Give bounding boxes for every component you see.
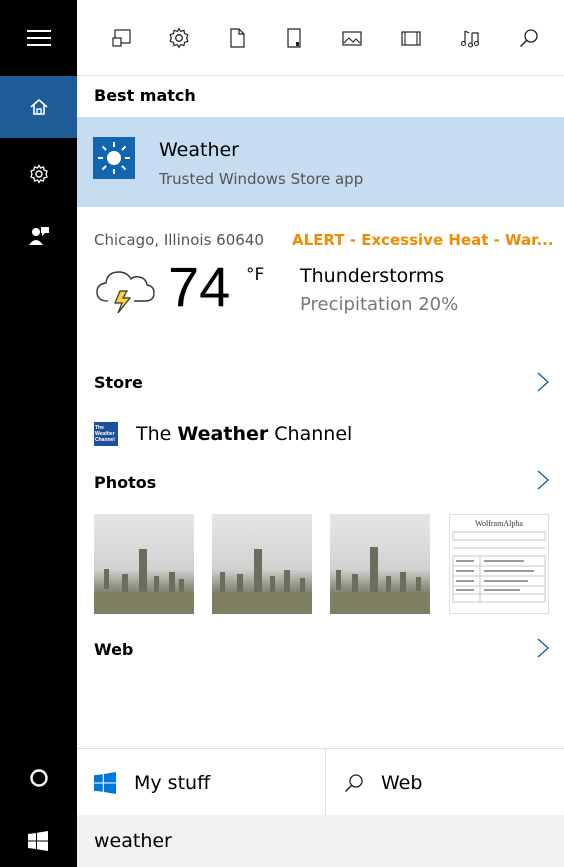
photos-filter-icon <box>342 31 362 46</box>
search-query: weather <box>94 830 172 852</box>
hamburger-menu-button[interactable] <box>0 10 77 66</box>
weather-condition: Thunderstorms <box>300 265 445 287</box>
temperature-value: 74 <box>168 255 231 318</box>
music-filter-icon <box>460 30 480 48</box>
documents-filter-button[interactable] <box>223 24 251 52</box>
left-rail <box>0 0 77 867</box>
store-heading: Store <box>94 373 143 392</box>
folders-filter-icon <box>287 28 301 48</box>
photo-thumbnail[interactable] <box>212 514 312 614</box>
temperature-unit: °F <box>246 265 265 285</box>
search-filter-button[interactable] <box>515 24 543 52</box>
best-match-heading: Best match <box>94 86 196 105</box>
best-match-weather-app[interactable]: Weather Trusted Windows Store app <box>77 117 564 207</box>
start-button[interactable] <box>0 815 77 867</box>
store-result-weather-channel[interactable]: The Weather Channel The Weather Channel <box>94 422 352 446</box>
photos-filter-button[interactable] <box>338 24 366 52</box>
photo-thumbnail[interactable] <box>94 514 194 614</box>
tab-my-stuff-label: My stuff <box>134 771 211 794</box>
weather-sun-icon <box>93 137 135 179</box>
music-filter-button[interactable] <box>455 24 483 52</box>
home-icon <box>29 98 48 115</box>
tab-web[interactable]: Web <box>343 749 422 816</box>
web-chevron-right-icon[interactable] <box>536 637 550 659</box>
feedback-icon <box>28 227 49 245</box>
search-input[interactable]: weather <box>77 815 564 867</box>
store-app-name: The Weather Channel <box>136 423 353 445</box>
home-button[interactable] <box>0 76 77 138</box>
store-chevron-right-icon[interactable] <box>536 371 550 393</box>
settings-filter-button[interactable] <box>165 24 193 52</box>
feedback-button[interactable] <box>0 208 77 264</box>
settings-button[interactable] <box>0 146 77 202</box>
windows-logo-icon <box>94 771 116 794</box>
best-match-title: Weather <box>159 139 239 161</box>
gear-icon <box>29 164 48 184</box>
videos-filter-icon <box>401 31 421 46</box>
documents-filter-icon <box>230 28 245 48</box>
search-icon <box>344 773 363 792</box>
folders-filter-button[interactable] <box>280 24 308 52</box>
thunderstorm-cloud-icon <box>96 271 155 314</box>
web-heading: Web <box>94 640 134 659</box>
cortana-circle-icon <box>29 769 48 787</box>
filter-toolbar <box>77 0 564 76</box>
videos-filter-button[interactable] <box>397 24 425 52</box>
weather-location: Chicago, Illinois 60640 <box>94 231 264 249</box>
tab-divider <box>325 749 326 816</box>
weather-channel-logo: The Weather Channel <box>94 422 118 446</box>
scope-tabs: My stuff Web <box>77 748 564 816</box>
photo-thumbnail[interactable] <box>330 514 430 614</box>
photos-chevron-right-icon[interactable] <box>536 469 550 491</box>
weather-precipitation: Precipitation 20% <box>300 294 459 315</box>
settings-filter-icon <box>169 27 189 49</box>
tab-my-stuff[interactable]: My stuff <box>94 749 210 816</box>
cortana-button[interactable] <box>0 750 77 806</box>
wolframalpha-header: WolframAlpha <box>475 519 523 528</box>
hamburger-menu-icon <box>26 30 51 46</box>
wolframalpha-screenshot-thumbnail[interactable]: WolframAlpha <box>449 514 549 614</box>
search-icon <box>519 29 538 48</box>
apps-filter-button[interactable] <box>108 24 136 52</box>
weather-alert[interactable]: ALERT - Excessive Heat - War... <box>292 231 554 249</box>
best-match-subtitle: Trusted Windows Store app <box>159 170 364 188</box>
windows-start-icon <box>28 831 48 851</box>
photos-heading: Photos <box>94 473 157 492</box>
tab-web-label: Web <box>381 771 423 794</box>
apps-filter-icon <box>112 29 131 47</box>
